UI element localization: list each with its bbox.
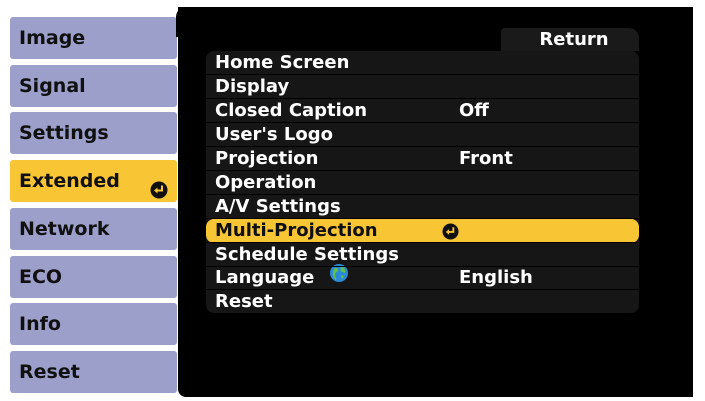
item-value: English: [459, 267, 533, 288]
item-label: Home Screen: [215, 52, 350, 73]
tab-label: Info: [19, 313, 61, 335]
item-label: Closed Caption: [215, 100, 368, 121]
return-button[interactable]: Return: [501, 28, 639, 51]
tab-extended[interactable]: Extended: [10, 160, 177, 202]
item-label: Display: [215, 76, 290, 97]
item-label: Operation: [215, 172, 317, 193]
row-divider: [206, 194, 639, 195]
submenu-item-schedule-settings[interactable]: Schedule Settings: [206, 243, 639, 267]
item-value: Off: [459, 100, 489, 121]
tab-label: Signal: [19, 75, 86, 97]
submenu-item-home-screen[interactable]: Home Screen: [206, 51, 639, 75]
item-value: Front: [459, 148, 513, 169]
row-divider: [206, 98, 639, 99]
row-divider: [206, 122, 639, 123]
row-divider: [206, 218, 639, 219]
tab-label: Image: [19, 27, 86, 49]
submenu-item-closed-caption[interactable]: Closed Caption Off: [206, 99, 639, 123]
tab-eco[interactable]: ECO: [10, 256, 177, 298]
tab-label: Network: [19, 218, 110, 240]
tab-settings[interactable]: Settings: [10, 112, 177, 154]
item-label: Projection: [215, 148, 319, 169]
item-label: User's Logo: [215, 124, 333, 145]
submenu-item-reset[interactable]: Reset: [206, 290, 639, 314]
row-divider: [206, 170, 639, 171]
tab-label: ECO: [19, 266, 63, 288]
row-divider: [206, 74, 639, 75]
submenu-item-users-logo[interactable]: User's Logo: [206, 123, 639, 147]
tab-image[interactable]: Image: [10, 17, 177, 59]
submenu-item-projection[interactable]: Projection Front: [206, 147, 639, 171]
row-divider: [206, 266, 639, 267]
tab-label: Extended: [19, 170, 120, 192]
submenu-item-multi-projection[interactable]: Multi-Projection: [206, 219, 639, 243]
row-divider: [206, 289, 639, 290]
panel-corner: [176, 7, 190, 37]
tab-label: Settings: [19, 122, 109, 144]
row-divider: [206, 242, 639, 243]
tab-signal[interactable]: Signal: [10, 65, 177, 107]
submenu-item-av-settings[interactable]: A/V Settings: [206, 195, 639, 219]
submenu-item-language[interactable]: Language English: [206, 263, 639, 290]
tab-network[interactable]: Network: [10, 208, 177, 250]
return-label: Return: [539, 29, 609, 50]
item-label: Language: [215, 267, 315, 288]
submenu-item-operation[interactable]: Operation: [206, 171, 639, 195]
item-label: Multi-Projection: [215, 220, 378, 241]
row-divider: [206, 146, 639, 147]
tab-info[interactable]: Info: [10, 303, 177, 345]
projector-osd: Image Signal Settings Extended Network E…: [0, 0, 705, 401]
submenu-item-display[interactable]: Display: [206, 75, 639, 99]
item-label: A/V Settings: [215, 196, 341, 217]
item-label: Reset: [215, 291, 273, 312]
tab-reset[interactable]: Reset: [10, 351, 177, 393]
tab-label: Reset: [19, 361, 80, 383]
globe-icon: [329, 263, 349, 290]
item-label: Schedule Settings: [215, 244, 399, 265]
